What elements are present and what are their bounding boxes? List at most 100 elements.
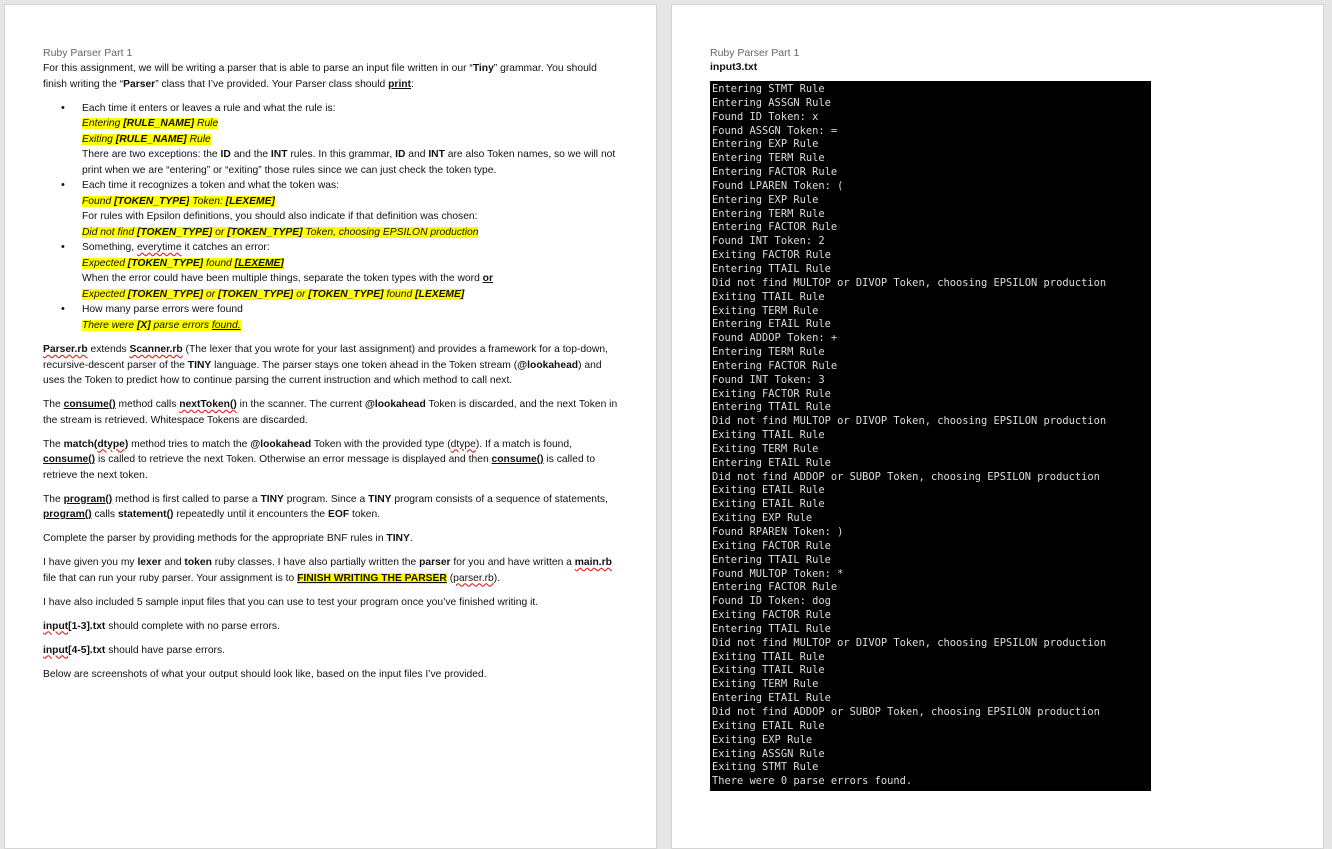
terminal-line: Entering ETAIL Rule bbox=[712, 692, 831, 705]
terminal-line: Entering ETAIL Rule bbox=[712, 456, 831, 469]
text-run: or bbox=[203, 288, 219, 300]
requirement-text: How many parse errors were found bbox=[82, 304, 243, 315]
body-paragraph: I have given you my lexer and token ruby… bbox=[43, 555, 623, 586]
text-run: The bbox=[43, 438, 64, 450]
text-run: Expected bbox=[82, 257, 128, 269]
terminal-line: Exiting FACTOR Rule bbox=[712, 387, 831, 400]
terminal-line: Found MULTOP Token: * bbox=[712, 567, 844, 580]
terminal-line: Found ADDOP Token: + bbox=[712, 332, 838, 345]
terminal-line: Exiting TTAIL Rule bbox=[712, 429, 825, 442]
text-run: token. bbox=[349, 509, 381, 520]
text-run: found bbox=[203, 257, 235, 269]
text-run: or bbox=[212, 226, 228, 238]
intro-paragraph: For this assignment, we will be writing … bbox=[43, 61, 623, 92]
requirement-format-line: Entering [RULE_NAME] Rule bbox=[82, 116, 623, 132]
text-run: Scanner.rb bbox=[129, 344, 183, 355]
requirement-text: Each time it enters or leaves a rule and… bbox=[82, 102, 336, 114]
text-run: I have given you my bbox=[43, 557, 138, 568]
text-run: Exiting bbox=[82, 133, 116, 145]
text-run: The bbox=[43, 399, 64, 410]
requirement-format-line: Exiting [RULE_NAME] Rule bbox=[82, 132, 623, 148]
text-run: should complete with no parse errors. bbox=[105, 620, 280, 632]
text-run: Complete the parser by providing methods… bbox=[43, 533, 387, 544]
terminal-line: Entering FACTOR Rule bbox=[712, 581, 838, 594]
text-run: INT bbox=[428, 149, 445, 160]
text-run: found bbox=[383, 288, 416, 300]
requirement-format-line: Did not find [TOKEN_TYPE] or [TOKEN_TYPE… bbox=[82, 225, 623, 241]
terminal-line: Entering TTAIL Rule bbox=[712, 553, 831, 566]
terminal-line: Exiting TTAIL Rule bbox=[712, 290, 825, 303]
text-run: : bbox=[411, 78, 414, 90]
text-run: TINY bbox=[260, 493, 284, 505]
text-run: and the bbox=[230, 149, 271, 160]
terminal-line: Exiting STMT Rule bbox=[712, 761, 819, 774]
terminal-output-screenshot: Entering STMT Rule Entering ASSGN Rule Fou… bbox=[710, 81, 1151, 791]
terminal-line: Entering EXP Rule bbox=[712, 138, 819, 151]
terminal-line: Found LPAREN Token: ( bbox=[712, 179, 844, 192]
text-run: Expected bbox=[82, 288, 128, 300]
text-run: [RULE_NAME] bbox=[115, 133, 187, 145]
text-run: [1-3].txt bbox=[68, 620, 106, 632]
text-run: There were bbox=[82, 319, 137, 331]
body-paragraph: Below are screenshots of what your outpu… bbox=[43, 667, 623, 683]
terminal-line: Entering EXP Rule bbox=[712, 193, 819, 206]
text-run: and bbox=[161, 557, 185, 568]
terminal-line: Entering STMT Rule bbox=[712, 83, 825, 95]
text-run: method calls bbox=[115, 399, 180, 410]
terminal-line: Entering ETAIL Rule bbox=[712, 318, 831, 331]
text-run: should have parse errors. bbox=[105, 644, 225, 656]
terminal-line: Exiting TTAIL Rule bbox=[712, 650, 825, 663]
text-run: @lookahead bbox=[364, 399, 426, 410]
text-run: consume() bbox=[63, 399, 116, 410]
terminal-line: Did not find MULTOP or DIVOP Token, choo… bbox=[712, 276, 1107, 289]
text-run: dtype bbox=[450, 438, 476, 450]
text-run: match( bbox=[63, 438, 98, 450]
terminal-line: Entering ASSGN Rule bbox=[712, 96, 831, 109]
requirement-format-line: When the error could have been multiple … bbox=[82, 271, 623, 287]
text-run: method tries to match the bbox=[128, 438, 251, 450]
text-run: Something, bbox=[82, 242, 137, 253]
text-run: ID bbox=[220, 149, 231, 160]
text-run: for you and have written a bbox=[450, 557, 575, 568]
text-run: everytime bbox=[136, 242, 182, 253]
text-run: Token: bbox=[189, 195, 226, 207]
terminal-line: Exiting EXP Rule bbox=[712, 512, 813, 525]
text-run: ruby classes. I have also partially writ… bbox=[211, 557, 420, 568]
terminal-line: Entering FACTOR Rule bbox=[712, 221, 838, 234]
text-run: consume() bbox=[491, 454, 544, 465]
terminal-line: Found ID Token: x bbox=[712, 110, 819, 123]
text-run: When the error could have been multiple … bbox=[82, 273, 483, 284]
text-run: The bbox=[43, 493, 64, 505]
text-run: calls bbox=[91, 509, 118, 520]
text-run: Token, choosing EPSILON production bbox=[302, 226, 479, 238]
body-paragraph: Complete the parser by providing methods… bbox=[43, 531, 623, 547]
terminal-line: Exiting ETAIL Rule bbox=[712, 498, 825, 511]
terminal-line: Exiting TTAIL Rule bbox=[712, 664, 825, 677]
text-run: Parser.rb bbox=[43, 344, 88, 355]
text-run: nextToken() bbox=[179, 399, 237, 410]
requirement-format-line: Expected [TOKEN_TYPE] found [LEXEME] bbox=[82, 256, 623, 272]
terminal-line: Entering TTAIL Rule bbox=[712, 262, 831, 275]
text-run: main.rb bbox=[574, 557, 612, 568]
text-run: [TOKEN_TYPE] bbox=[127, 288, 204, 300]
terminal-line: Entering TTAIL Rule bbox=[712, 401, 831, 414]
body-paragraph: input[1-3].txt should complete with no p… bbox=[43, 619, 623, 635]
body-paragraph: input[4-5].txt should have parse errors. bbox=[43, 643, 623, 659]
text-run: [TOKEN_TYPE] bbox=[114, 195, 190, 207]
text-run: rules. In this grammar, bbox=[287, 149, 396, 160]
text-run: print bbox=[388, 78, 412, 90]
text-run: parse errors bbox=[150, 319, 212, 331]
text-run: or bbox=[293, 288, 309, 300]
text-run: Rule bbox=[186, 133, 211, 145]
text-run: TINY bbox=[368, 493, 392, 505]
text-run: program consists of a sequence of statem… bbox=[391, 493, 608, 505]
terminal-line: Found ASSGN Token: = bbox=[712, 124, 838, 137]
terminal-line: Entering FACTOR Rule bbox=[712, 359, 838, 372]
text-run: [LEXEME] bbox=[234, 257, 284, 269]
text-run: FINISH WRITING THE PARSER bbox=[297, 572, 447, 584]
text-run: ID bbox=[395, 149, 406, 160]
body-paragraph: I have also included 5 sample input file… bbox=[43, 595, 623, 611]
page-header: Ruby Parser Part 1 bbox=[43, 47, 133, 59]
text-run: program. Since a bbox=[283, 493, 369, 505]
terminal-line: Did not find ADDOP or SUBOP Token, choos… bbox=[712, 470, 1100, 483]
